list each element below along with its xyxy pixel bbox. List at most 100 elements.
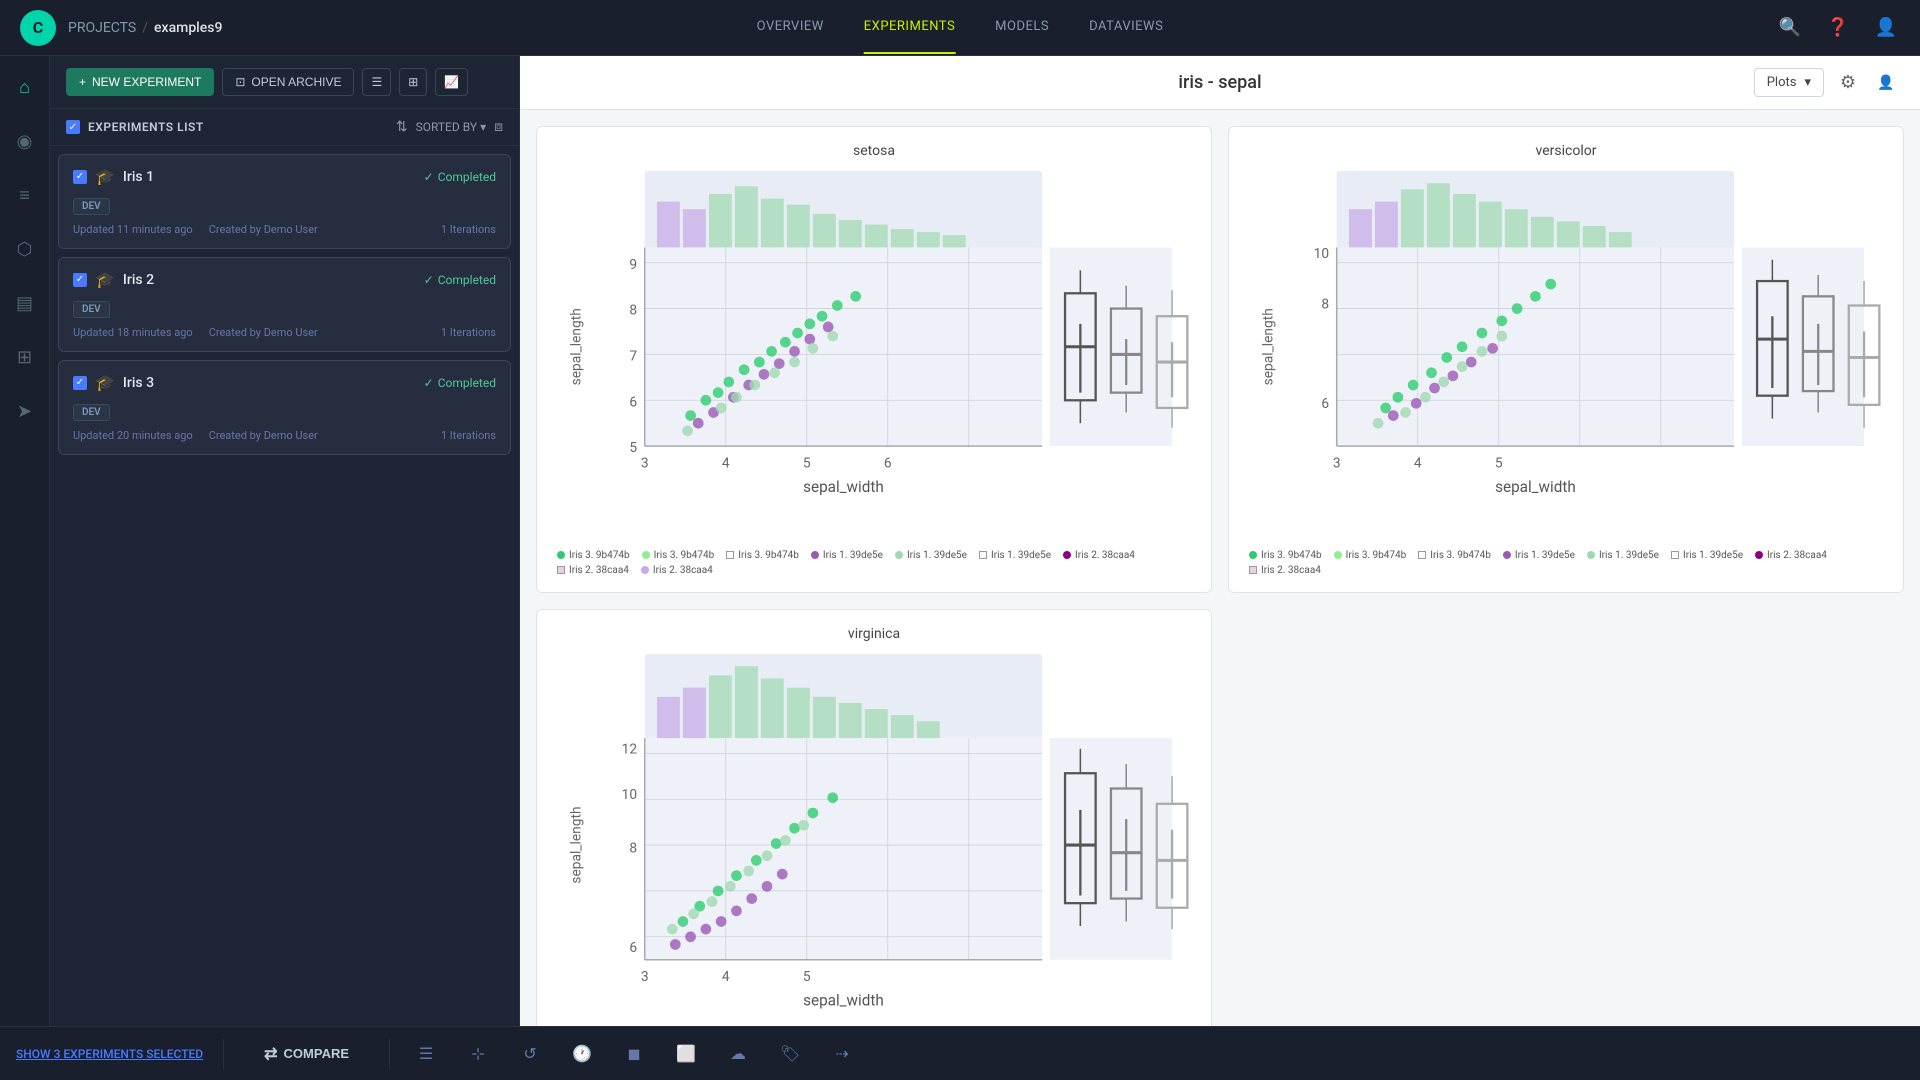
sidebar-table-icon[interactable]: ▤ xyxy=(10,288,40,318)
sorted-by-label[interactable]: SORTED BY ▾ xyxy=(416,120,487,134)
svg-text:3: 3 xyxy=(641,969,649,985)
iris3-checkbox[interactable] xyxy=(73,376,87,390)
search-icon[interactable]: 🔍 xyxy=(1776,14,1804,42)
sidebar-brain-icon[interactable]: ◉ xyxy=(10,126,40,156)
svg-text:6: 6 xyxy=(1321,396,1329,412)
svg-text:4: 4 xyxy=(722,969,730,985)
iris3-created: Created by Demo User xyxy=(209,429,318,442)
breadcrumb: PROJECTS / examples9 xyxy=(68,20,222,36)
bottom-bar: SHOW 3 EXPERIMENTS SELECTED ⇄ COMPARE ☰ … xyxy=(0,1026,1920,1080)
iris3-status: ✓ Completed xyxy=(424,376,496,390)
content-title: iris - sepal xyxy=(1178,72,1261,93)
svg-text:4: 4 xyxy=(722,456,730,472)
svg-text:12: 12 xyxy=(622,741,638,757)
iris2-dev-badge: DEV xyxy=(73,301,110,318)
archive-action[interactable]: ⬜ xyxy=(670,1038,702,1070)
plots-grid: setosa xyxy=(520,110,1920,1026)
virginica-title: virginica xyxy=(553,626,1195,642)
compare-icon: ⇄ xyxy=(264,1044,277,1064)
sidebar-layers-icon[interactable]: ≡ xyxy=(10,180,40,210)
experiment-list: 🎓 Iris 1 ✓ Completed DEV Updated 11 minu… xyxy=(50,146,519,1026)
table-view-action[interactable]: ☰ xyxy=(410,1038,442,1070)
check-icon3: ✓ xyxy=(424,376,434,390)
svg-text:5: 5 xyxy=(803,969,811,985)
experiment-item-iris3[interactable]: 🎓 Iris 3 ✓ Completed DEV Updated 20 minu… xyxy=(58,360,511,455)
versicolor-plot-area: 10 8 6 3 4 5 sepal_length sepal_width xyxy=(1245,171,1887,542)
right-content: iris - sepal Plots ▾ ⚙ 👤 setosa xyxy=(520,56,1920,1026)
experiment-item-iris1[interactable]: 🎓 Iris 1 ✓ Completed DEV Updated 11 minu… xyxy=(58,154,511,249)
help-icon[interactable]: ❓ xyxy=(1824,14,1852,42)
plus-icon: + xyxy=(79,75,86,89)
sidebar-rocket-icon[interactable]: ➤ xyxy=(10,396,40,426)
left-panel: + NEW EXPERIMENT ⊡ OPEN ARCHIVE ☰ ⊞ 📈 EX… xyxy=(50,56,520,1026)
user-avatar[interactable]: 👤 xyxy=(1872,14,1900,42)
svg-text:10: 10 xyxy=(1314,246,1329,262)
svg-text:8: 8 xyxy=(629,841,637,857)
show-selected-button[interactable]: SHOW 3 EXPERIMENTS SELECTED xyxy=(16,1047,203,1061)
history-action[interactable]: 🕐 xyxy=(566,1038,598,1070)
filter-icon[interactable]: ⧈ xyxy=(494,119,503,135)
iris2-updated: Updated 18 minutes ago xyxy=(73,326,193,339)
iris3-updated: Updated 20 minutes ago xyxy=(73,429,193,442)
compare-button[interactable]: ⇄ COMPARE xyxy=(244,1036,369,1072)
archive-icon: ⊡ xyxy=(235,75,245,89)
stop-action[interactable]: ◼ xyxy=(618,1038,650,1070)
nav-overview[interactable]: OVERVIEW xyxy=(757,1,824,54)
toolbar: + NEW EXPERIMENT ⊡ OPEN ARCHIVE ☰ ⊞ 📈 xyxy=(50,56,519,109)
svg-text:sepal_width: sepal_width xyxy=(803,991,884,1009)
main-area: ⌂ ◉ ≡ ⬡ ▤ ⊞ ➤ + NEW EXPERIMENT ⊡ OPEN AR… xyxy=(0,56,1920,1026)
nav-experiments[interactable]: EXPERIMENTS xyxy=(864,1,955,54)
versicolor-svg: 10 8 6 3 4 5 sepal_length sepal_width xyxy=(1245,171,1887,538)
experiments-list-label: EXPERIMENTS LIST xyxy=(88,120,388,134)
top-nav: C PROJECTS / examples9 OVERVIEW EXPERIME… xyxy=(0,0,1920,56)
svg-text:5: 5 xyxy=(1495,456,1503,472)
user-icon-content[interactable]: 👤 xyxy=(1872,69,1900,97)
logo: C xyxy=(20,10,56,46)
check-icon: ✓ xyxy=(424,170,434,184)
cloud-action[interactable]: ☁ xyxy=(722,1038,754,1070)
iris2-checkbox[interactable] xyxy=(73,273,87,287)
sidebar-grid-icon[interactable]: ⊞ xyxy=(10,342,40,372)
experiment-item-iris2[interactable]: 🎓 Iris 2 ✓ Completed DEV Updated 18 minu… xyxy=(58,257,511,352)
exp-header-iris3: 🎓 Iris 3 ✓ Completed xyxy=(73,373,496,392)
svg-text:sepal_length: sepal_length xyxy=(1261,308,1277,385)
check-icon2: ✓ xyxy=(424,273,434,287)
nav-models[interactable]: MODELS xyxy=(995,1,1049,54)
svg-text:8: 8 xyxy=(1321,297,1329,313)
iris3-iterations: 1 Iterations xyxy=(441,429,496,442)
chart-view-button[interactable]: 📈 xyxy=(435,68,468,96)
nav-dataviews[interactable]: DATAVIEWS xyxy=(1089,1,1163,54)
iris1-task-icon: 🎓 xyxy=(95,167,115,186)
logo-area: C PROJECTS / examples9 xyxy=(20,10,222,46)
svg-text:9: 9 xyxy=(629,257,637,273)
settings-icon[interactable]: ⚙ xyxy=(1834,69,1862,97)
sidebar-home-icon[interactable]: ⌂ xyxy=(10,72,40,102)
list-view-button[interactable]: ☰ xyxy=(362,68,391,96)
svg-text:4: 4 xyxy=(1414,456,1422,472)
tag-action[interactable]: 🏷 xyxy=(774,1038,806,1070)
refresh-action[interactable]: ↺ xyxy=(514,1038,546,1070)
iris3-name: Iris 3 xyxy=(123,375,416,391)
iris2-created: Created by Demo User xyxy=(209,326,318,339)
scatter-view-action[interactable]: ⊹ xyxy=(462,1038,494,1070)
plots-dropdown[interactable]: Plots ▾ xyxy=(1754,68,1824,97)
dropdown-arrow-icon: ▾ xyxy=(1804,75,1811,90)
iris1-checkbox[interactable] xyxy=(73,170,87,184)
select-all-checkbox[interactable] xyxy=(66,120,80,134)
move-action[interactable]: ⇢ xyxy=(826,1038,858,1070)
sidebar-network-icon[interactable]: ⬡ xyxy=(10,234,40,264)
plot-virginica: virginica xyxy=(536,609,1212,1026)
breadcrumb-current[interactable]: examples9 xyxy=(154,20,222,36)
new-experiment-button[interactable]: + NEW EXPERIMENT xyxy=(66,68,214,96)
grid-view-button[interactable]: ⊞ xyxy=(399,68,427,96)
open-archive-button[interactable]: ⊡ OPEN ARCHIVE xyxy=(222,68,354,96)
breadcrumb-projects[interactable]: PROJECTS xyxy=(68,20,136,36)
exp-header-iris1: 🎓 Iris 1 ✓ Completed xyxy=(73,167,496,186)
plot-versicolor: versicolor xyxy=(1228,126,1904,593)
svg-text:5: 5 xyxy=(629,440,637,456)
sort-icon[interactable]: ⇅ xyxy=(396,119,408,135)
iris1-meta: Updated 11 minutes ago Created by Demo U… xyxy=(73,223,496,236)
setosa-legend: Iris 3. 9b474b Iris 3. 9b474b Iris 3. 9b… xyxy=(553,550,1195,576)
plot-setosa: setosa xyxy=(536,126,1212,593)
content-header: iris - sepal Plots ▾ ⚙ 👤 xyxy=(520,56,1920,110)
